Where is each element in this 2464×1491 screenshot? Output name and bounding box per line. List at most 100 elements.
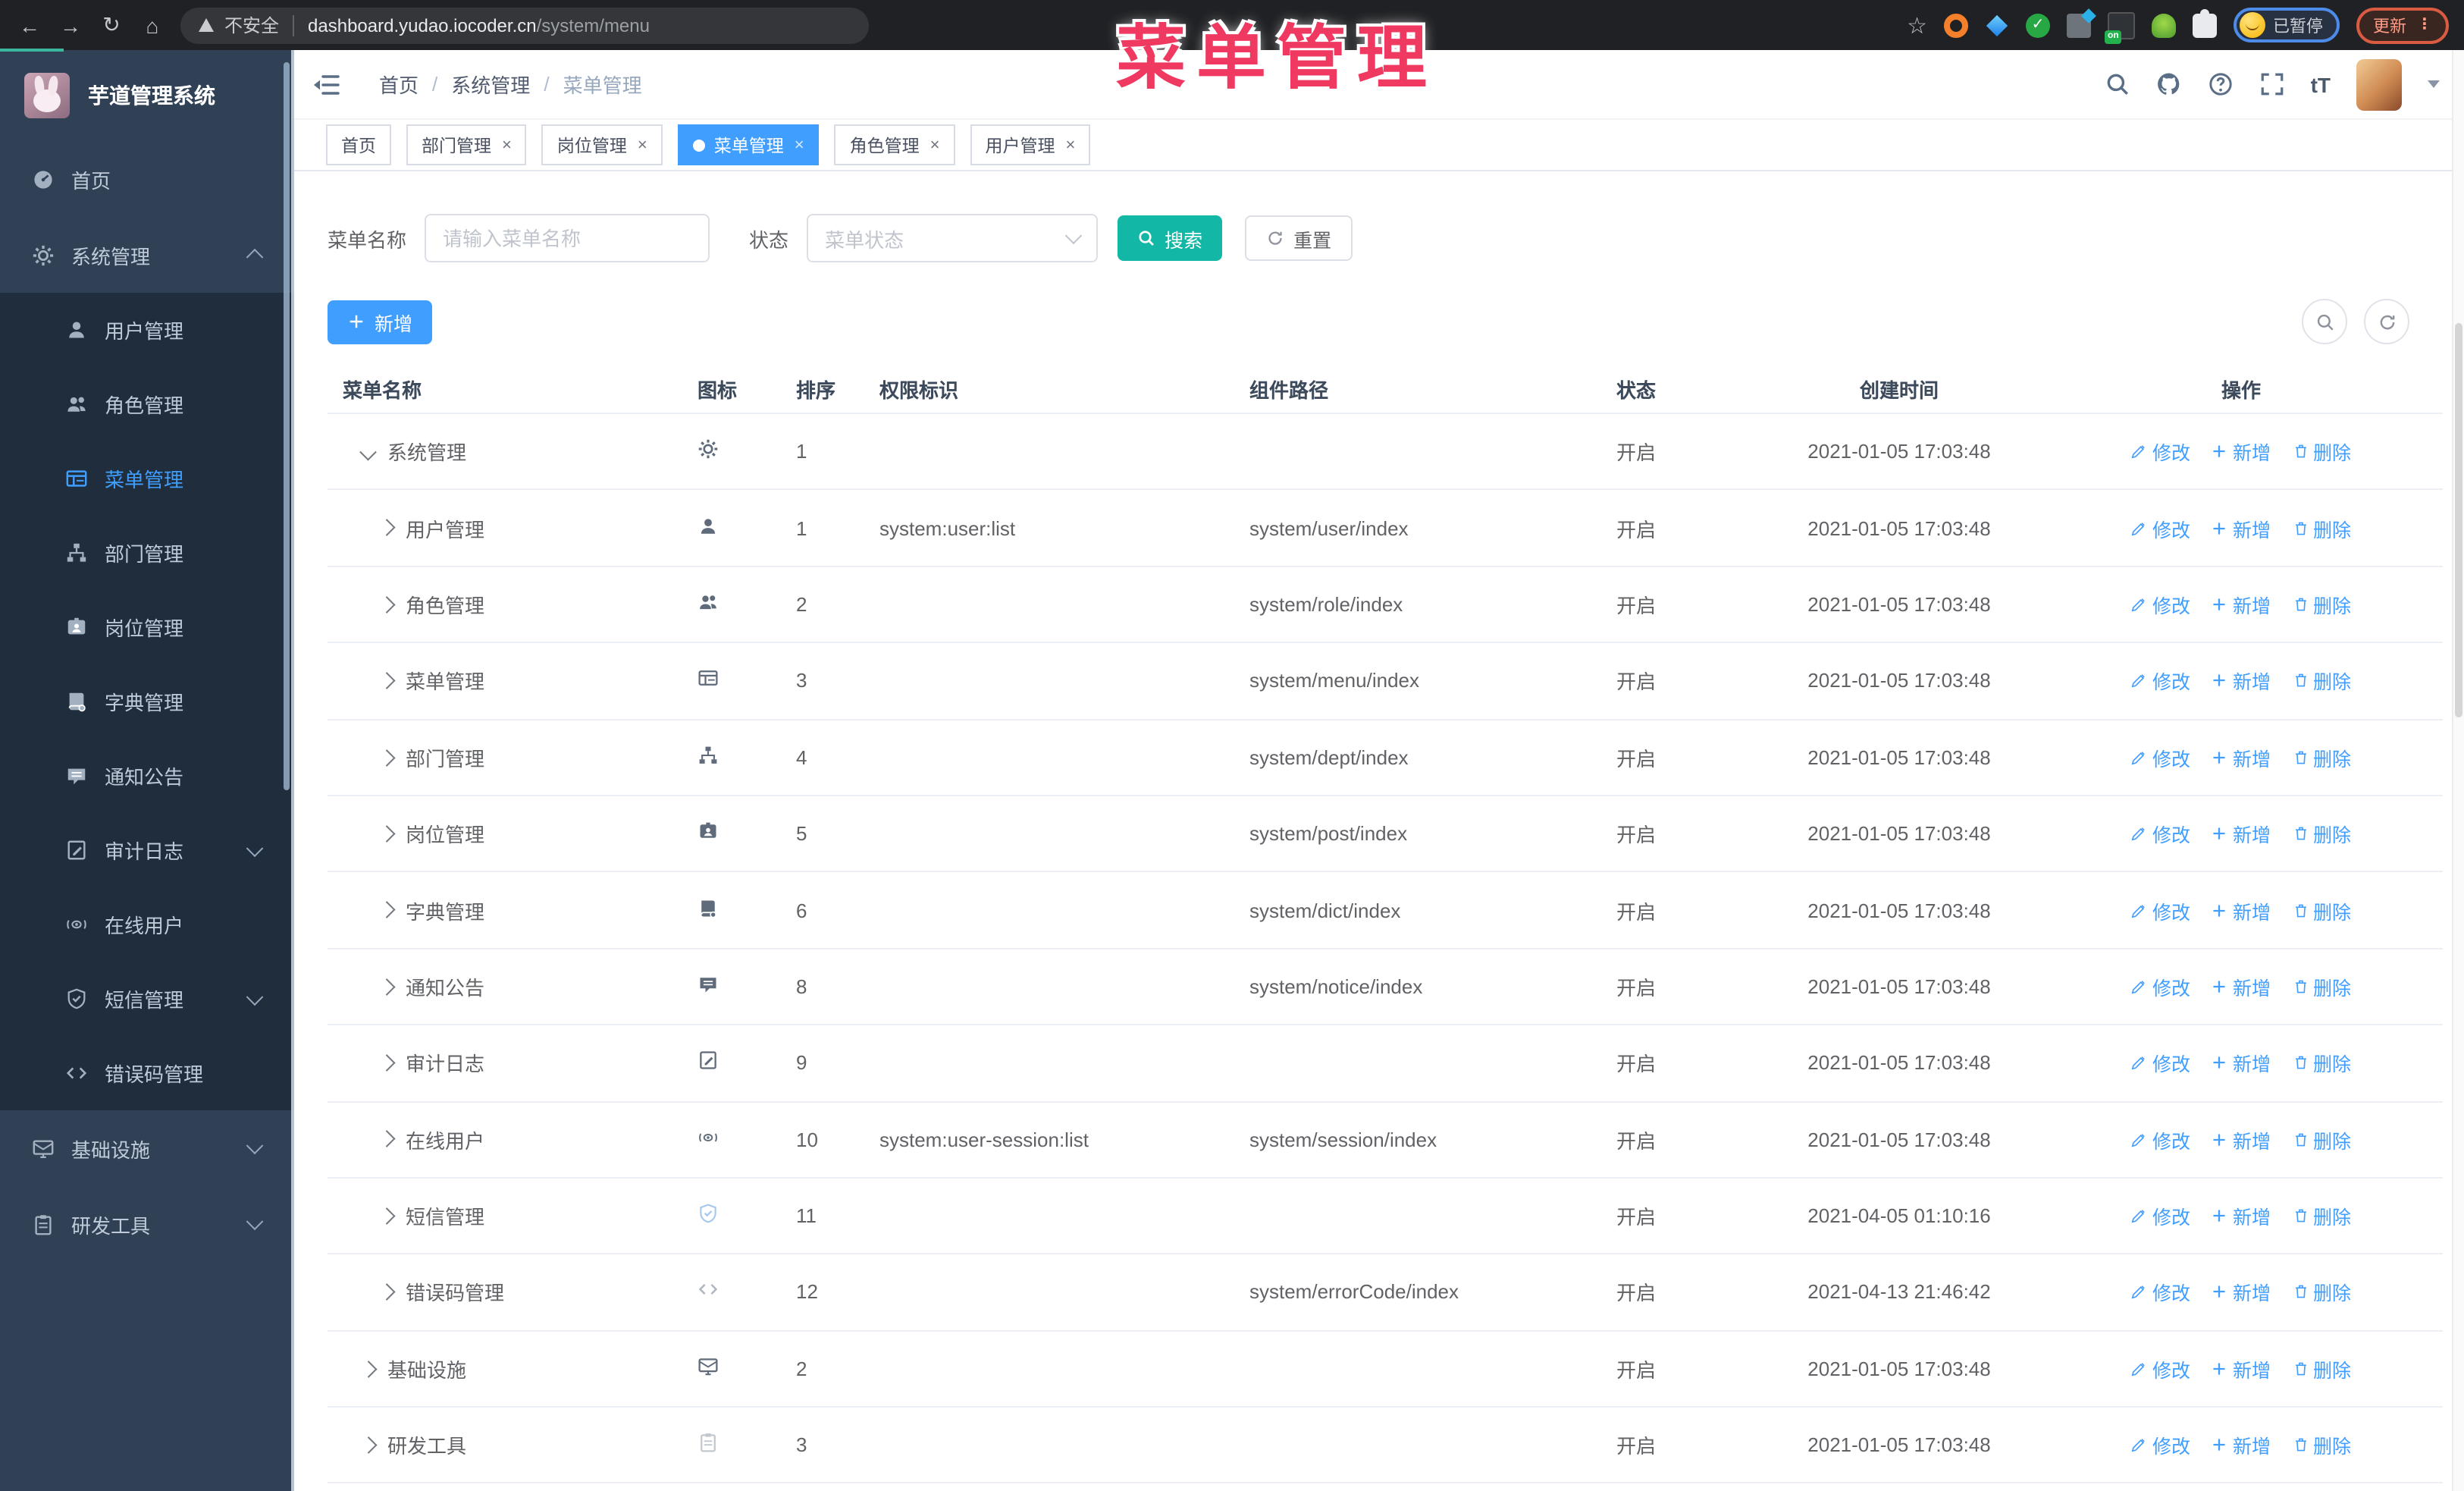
delete-link[interactable]: 删除 <box>2292 437 2351 466</box>
delete-link[interactable]: 删除 <box>2292 972 2351 1001</box>
add-link[interactable]: 新增 <box>2212 590 2271 619</box>
delete-link[interactable]: 删除 <box>2292 1431 2351 1460</box>
page-scrollbar-thumb[interactable] <box>2455 323 2462 717</box>
refresh-table-button[interactable] <box>2364 299 2409 344</box>
extension-server-icon[interactable]: on <box>2105 11 2135 43</box>
edit-link[interactable]: 修改 <box>2131 972 2190 1001</box>
sidebar-item-4[interactable]: 菜单管理 <box>0 441 294 516</box>
tab-3[interactable]: 菜单管理 × <box>677 124 820 165</box>
sidebar-item-3[interactable]: 角色管理 <box>0 367 294 441</box>
extensions-puzzle-icon[interactable] <box>2193 8 2217 37</box>
add-link[interactable]: 新增 <box>2212 437 2271 466</box>
bookmark-star-icon[interactable]: ☆ <box>1907 11 1927 39</box>
sidebar-item-8[interactable]: 通知公告 <box>0 739 294 813</box>
add-link[interactable]: 新增 <box>2212 667 2271 695</box>
help-icon[interactable] <box>2208 71 2234 97</box>
expand-down-icon[interactable] <box>359 443 377 460</box>
add-link[interactable]: 新增 <box>2212 1354 2271 1383</box>
browser-forward-icon[interactable]: → <box>50 13 91 37</box>
delete-link[interactable]: 删除 <box>2292 590 2351 619</box>
status-select[interactable]: 菜单状态 <box>807 214 1099 262</box>
close-tab-icon[interactable]: × <box>930 136 940 154</box>
expand-right-icon[interactable] <box>378 978 395 995</box>
edit-link[interactable]: 修改 <box>2131 1049 2190 1078</box>
add-link[interactable]: 新增 <box>2212 1431 2271 1460</box>
tab-2[interactable]: 岗位管理 × <box>541 124 663 165</box>
fullscreen-icon[interactable] <box>2259 71 2285 97</box>
sidebar-item-12[interactable]: 错误码管理 <box>0 1036 294 1110</box>
edit-link[interactable]: 修改 <box>2131 896 2190 924</box>
address-bar[interactable]: 不安全 dashboard.yudao.iocoder.cn/system/me… <box>180 7 869 43</box>
search-button[interactable]: 搜索 <box>1118 215 1223 261</box>
sidebar-item-6[interactable]: 岗位管理 <box>0 590 294 664</box>
close-tab-icon[interactable]: × <box>1066 136 1076 154</box>
add-link[interactable]: 新增 <box>2212 1278 2271 1307</box>
edit-link[interactable]: 修改 <box>2131 1201 2190 1230</box>
edit-link[interactable]: 修改 <box>2131 590 2190 619</box>
edit-link[interactable]: 修改 <box>2131 1431 2190 1460</box>
expand-right-icon[interactable] <box>378 902 395 918</box>
add-link[interactable]: 新增 <box>2212 972 2271 1001</box>
reset-button[interactable]: 重置 <box>1245 215 1353 261</box>
sidebar-scrollbar[interactable] <box>284 62 290 790</box>
add-link[interactable]: 新增 <box>2212 513 2271 542</box>
delete-link[interactable]: 删除 <box>2292 667 2351 695</box>
browser-back-icon[interactable]: ← <box>9 13 50 37</box>
sidebar-logo-row[interactable]: 芋道管理系统 <box>0 50 294 141</box>
extension-check-icon[interactable]: ✓ <box>2026 13 2050 37</box>
sidebar-item-10[interactable]: 在线用户 <box>0 887 294 962</box>
sidebar-item-0[interactable]: 首页 <box>0 141 294 217</box>
sidebar-item-11[interactable]: 短信管理 <box>0 962 294 1036</box>
close-tab-icon[interactable]: × <box>502 136 512 154</box>
extension-plug-icon[interactable] <box>2152 13 2176 37</box>
edit-link[interactable]: 修改 <box>2131 513 2190 542</box>
close-tab-icon[interactable]: × <box>638 136 647 154</box>
add-link[interactable]: 新增 <box>2212 896 2271 924</box>
delete-link[interactable]: 删除 <box>2292 743 2351 772</box>
extension-orange-icon[interactable] <box>1944 13 1968 37</box>
expand-right-icon[interactable] <box>378 825 395 842</box>
github-icon[interactable] <box>2156 71 2182 97</box>
browser-menu-dots-icon[interactable]: ⋮ <box>2417 17 2432 32</box>
delete-link[interactable]: 删除 <box>2292 819 2351 848</box>
extension-gem-icon[interactable] <box>1985 13 2009 37</box>
edit-link[interactable]: 修改 <box>2131 1354 2190 1383</box>
edit-link[interactable]: 修改 <box>2131 667 2190 695</box>
menu-name-input[interactable] <box>425 214 710 262</box>
expand-right-icon[interactable] <box>359 1436 377 1454</box>
browser-reload-icon[interactable]: ↻ <box>91 12 132 38</box>
breadcrumb-home[interactable]: 首页 <box>379 70 419 99</box>
edit-link[interactable]: 修改 <box>2131 437 2190 466</box>
delete-link[interactable]: 删除 <box>2292 1125 2351 1154</box>
sidebar-item-2[interactable]: 用户管理 <box>0 293 294 367</box>
edit-link[interactable]: 修改 <box>2131 743 2190 772</box>
sidebar-item-13[interactable]: 基础设施 <box>0 1110 294 1186</box>
expand-right-icon[interactable] <box>378 749 395 766</box>
sidebar-item-1[interactable]: 系统管理 <box>0 217 294 293</box>
expand-right-icon[interactable] <box>359 1361 377 1377</box>
delete-link[interactable]: 删除 <box>2292 1049 2351 1078</box>
sidebar-item-7[interactable]: 字典管理 <box>0 664 294 739</box>
avatar-caret-icon[interactable] <box>2428 80 2440 88</box>
expand-right-icon[interactable] <box>378 1207 395 1224</box>
breadcrumb-system[interactable]: 系统管理 <box>451 70 530 99</box>
delete-link[interactable]: 删除 <box>2292 1201 2351 1230</box>
edit-link[interactable]: 修改 <box>2131 819 2190 848</box>
add-link[interactable]: 新增 <box>2212 1049 2271 1078</box>
sidebar-item-9[interactable]: 审计日志 <box>0 813 294 887</box>
collapse-menu-icon[interactable] <box>312 74 340 95</box>
expand-right-icon[interactable] <box>378 673 395 689</box>
expand-right-icon[interactable] <box>378 596 395 613</box>
browser-home-icon[interactable]: ⌂ <box>132 13 173 37</box>
delete-link[interactable]: 删除 <box>2292 896 2351 924</box>
delete-link[interactable]: 删除 <box>2292 1354 2351 1383</box>
tab-1[interactable]: 部门管理 × <box>406 124 527 165</box>
add-link[interactable]: 新增 <box>2212 743 2271 772</box>
tab-0[interactable]: 首页 <box>326 124 391 165</box>
browser-profile-chip[interactable]: 已暂停 <box>2234 8 2340 42</box>
user-avatar[interactable] <box>2356 58 2402 110</box>
close-tab-icon[interactable]: × <box>795 136 804 154</box>
browser-update-button[interactable]: 更新 ⋮ <box>2356 7 2449 43</box>
add-link[interactable]: 新增 <box>2212 1125 2271 1154</box>
edit-link[interactable]: 修改 <box>2131 1278 2190 1307</box>
